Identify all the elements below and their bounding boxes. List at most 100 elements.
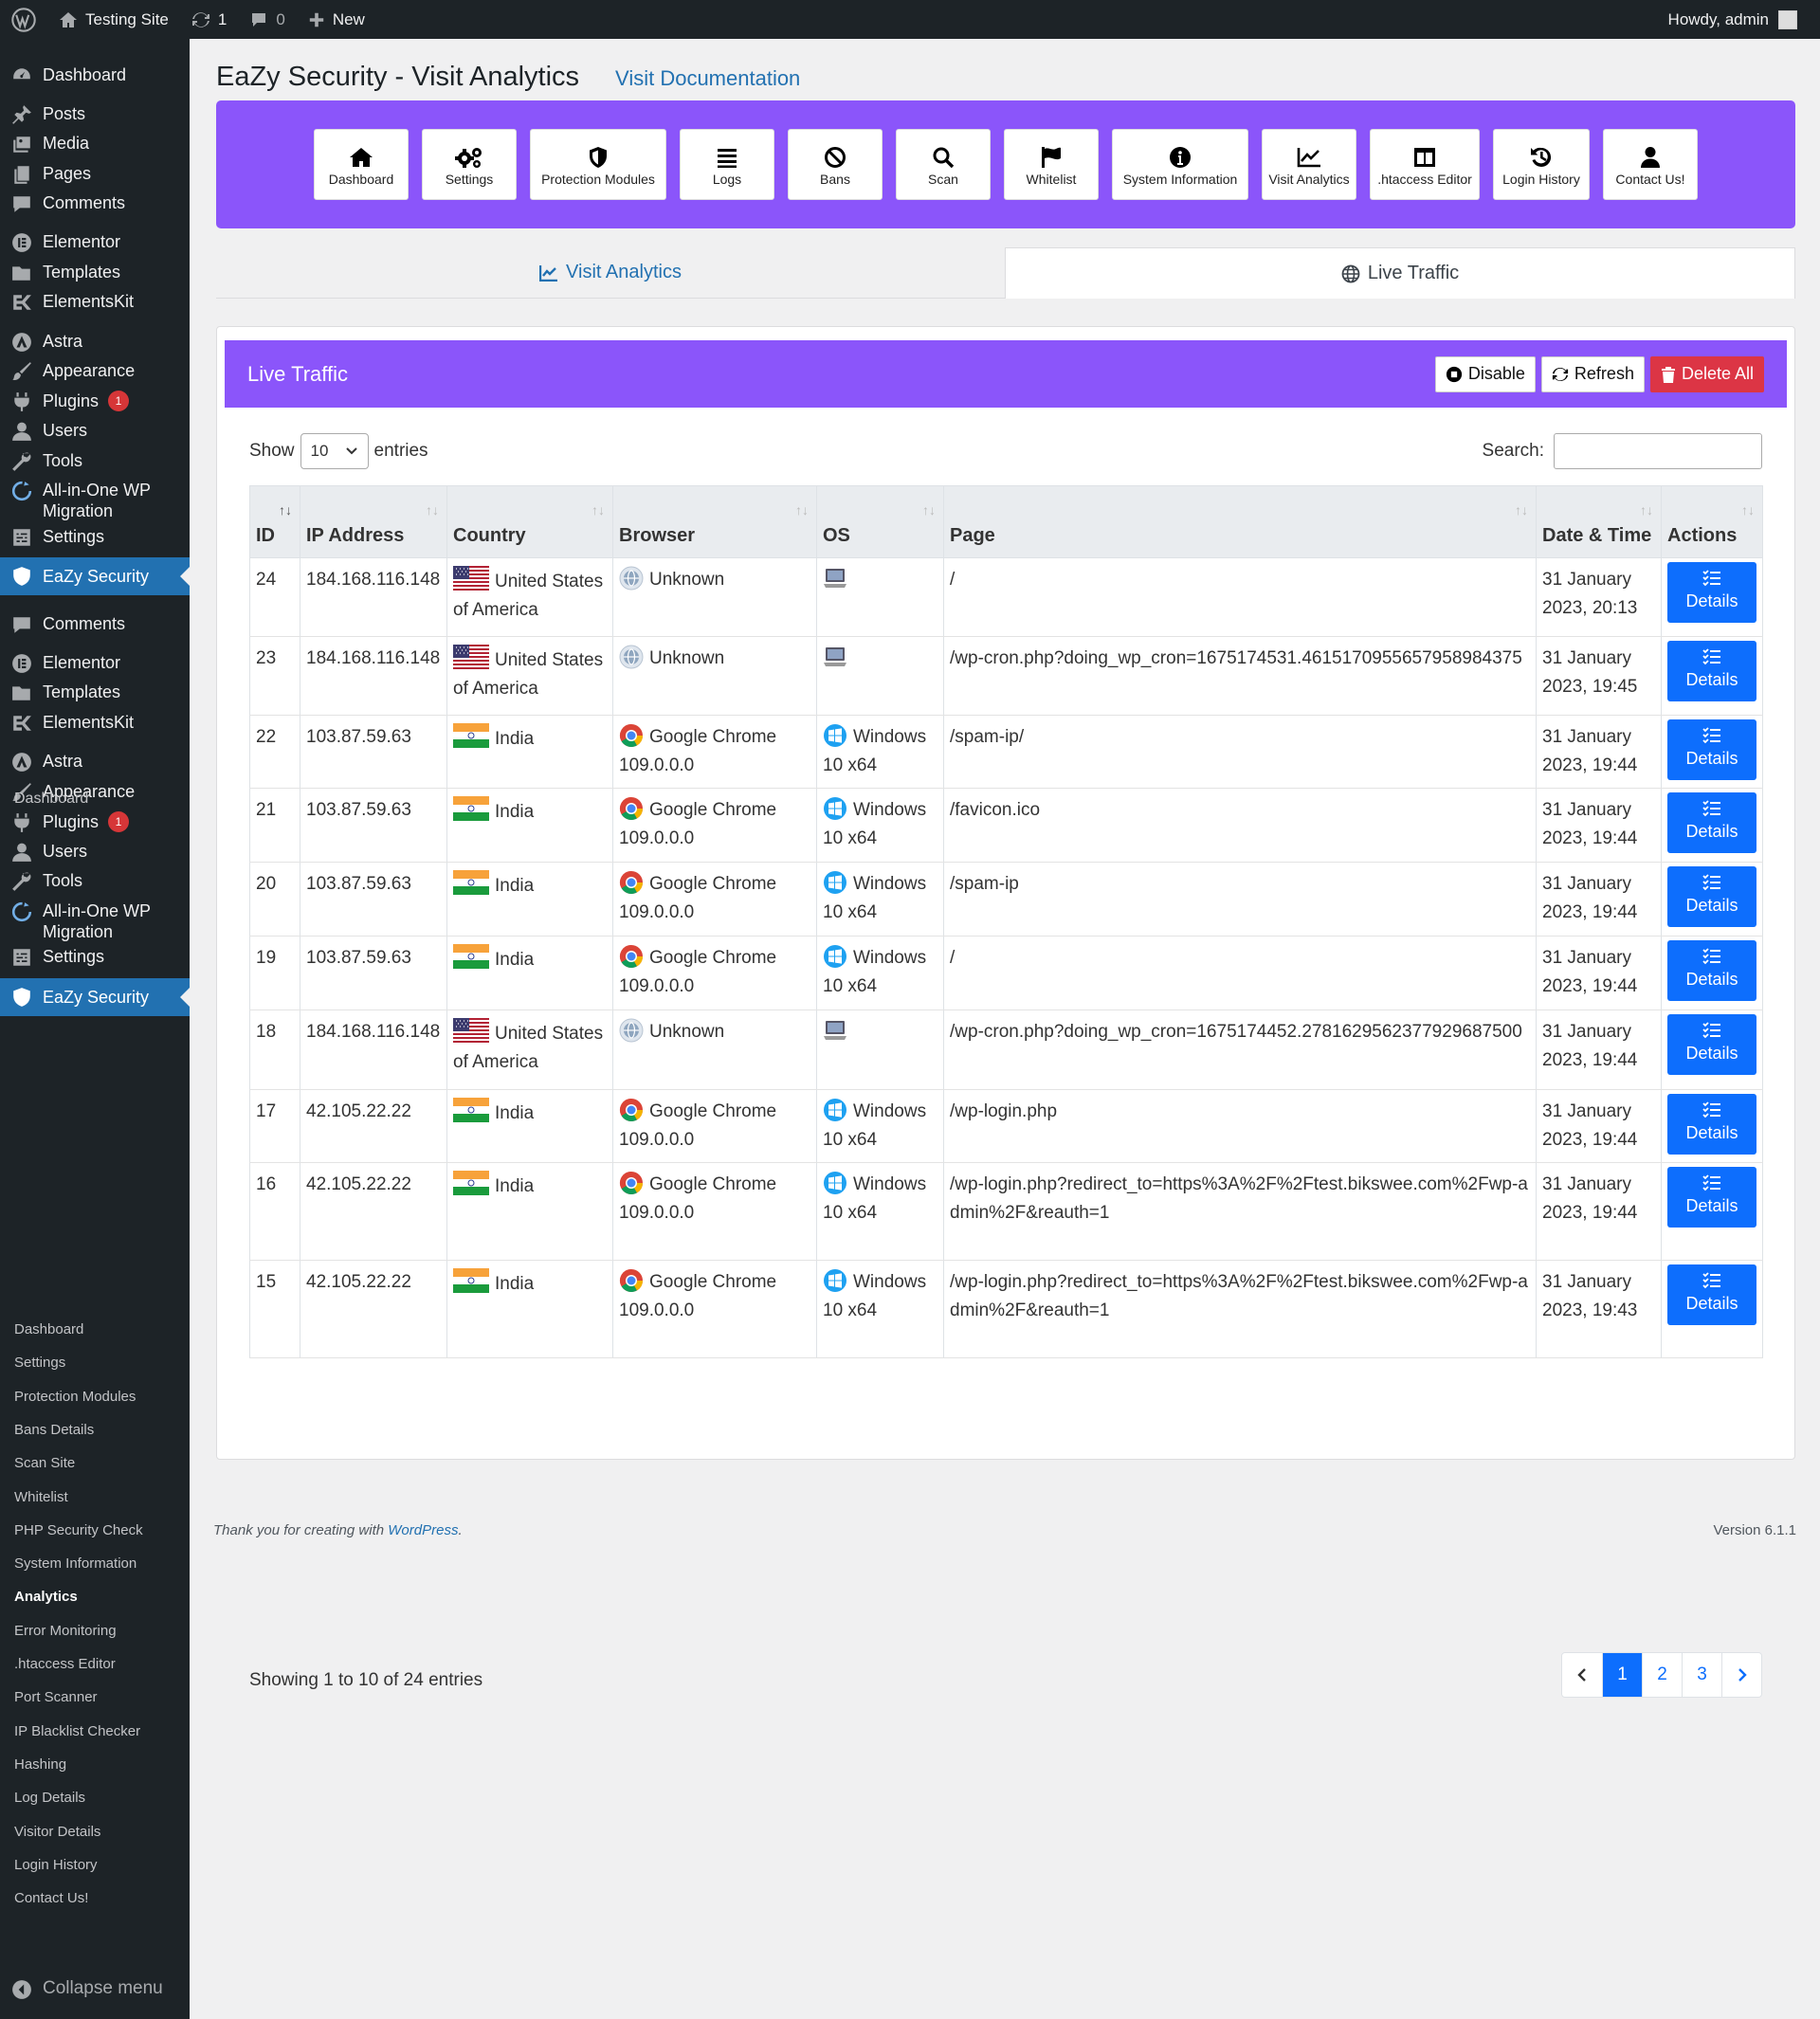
details-button[interactable]: Details [1667, 866, 1756, 927]
submenu-item-error-monitoring[interactable]: Error Monitoring [14, 1623, 117, 1639]
sidebar-item-dashboard[interactable]: Dashboard [0, 64, 190, 95]
details-button[interactable]: Details [1667, 792, 1756, 853]
details-button[interactable]: Details [1667, 719, 1756, 780]
details-button[interactable]: Details [1667, 1264, 1756, 1325]
disable-button[interactable]: Disable [1434, 355, 1536, 392]
sidebar-item-users[interactable]: Users [0, 841, 190, 871]
new-content-link[interactable]: New [297, 0, 376, 39]
wordpress-link[interactable]: WordPress [388, 1522, 458, 1538]
toolbar-visit-analytics-button[interactable]: Visit Analytics [1262, 129, 1356, 200]
submenu-item-dashboard[interactable]: Dashboard [14, 1321, 83, 1337]
submenu-item-log-details[interactable]: Log Details [14, 1790, 85, 1806]
toolbar-htaccess-editor-button[interactable]: .htaccess Editor [1370, 129, 1480, 200]
details-button[interactable]: Details [1667, 940, 1756, 1001]
column-header-id[interactable]: ↑↓ ID [249, 485, 300, 558]
account-menu[interactable]: Howdy, admin [1657, 0, 1820, 39]
column-header-country[interactable]: ↑↓ Country [446, 485, 613, 558]
submenu-item-scan-site[interactable]: Scan Site [14, 1455, 75, 1471]
cell-ip: 184.168.116.148 [300, 636, 447, 716]
submenu-item-bans-details[interactable]: Bans Details [14, 1422, 94, 1438]
delete-all-button[interactable]: Delete All [1649, 355, 1764, 392]
entries-select[interactable]: 10 [300, 433, 369, 469]
wordpress-logo-icon[interactable] [0, 0, 47, 39]
toolbar-logs-button[interactable]: Logs [680, 129, 774, 200]
sidebar-item-templates[interactable]: Templates [0, 262, 190, 292]
details-button[interactable]: Details [1667, 1167, 1756, 1228]
comments-link[interactable]: 0 [238, 0, 296, 39]
sidebar-item-eazy-security[interactable]: EaZy Security [0, 978, 190, 1016]
column-header-ip-address[interactable]: ↑↓ IP Address [300, 485, 447, 558]
details-button[interactable]: Details [1667, 1094, 1756, 1155]
sidebar-item-elementskit[interactable]: ElementsKit [0, 291, 190, 321]
tab-live-traffic[interactable]: Live Traffic [1005, 247, 1795, 299]
next-page-button[interactable] [1721, 1653, 1761, 1697]
sidebar-item-elementskit[interactable]: ElementsKit [0, 712, 190, 742]
tab-visit-analytics[interactable]: Visit Analytics [216, 247, 1005, 299]
toolbar-bans-button[interactable]: Bans [788, 129, 883, 200]
sidebar-item-comments[interactable]: Comments [0, 192, 190, 223]
sidebar-item-all-in-one-wp-migration[interactable]: All-in-One WP Migration [0, 900, 190, 944]
toolbar-dashboard-button[interactable]: Dashboard [314, 129, 409, 200]
panel-title: Live Traffic [247, 361, 348, 386]
submenu-item-protection-modules[interactable]: Protection Modules [14, 1389, 136, 1405]
cell-page: /favicon.ico [943, 788, 1537, 863]
sidebar-item-posts[interactable]: Posts [0, 103, 190, 134]
prev-page-button[interactable] [1562, 1653, 1602, 1697]
column-header-os[interactable]: ↑↓ OS [816, 485, 944, 558]
column-header-page[interactable]: ↑↓ Page [943, 485, 1537, 558]
sidebar-item-eazy-security[interactable]: EaZy Security [0, 557, 190, 595]
sidebar-item-comments[interactable]: Comments [0, 613, 190, 644]
details-button[interactable]: Details [1667, 562, 1756, 623]
submenu-item-visitor-details[interactable]: Visitor Details [14, 1824, 100, 1840]
submenu-item-contact-us[interactable]: Contact Us! [14, 1890, 88, 1906]
details-button[interactable]: Details [1667, 1014, 1756, 1075]
sidebar-item-astra[interactable]: Astra [0, 751, 190, 781]
submenu-item-whitelist[interactable]: Whitelist [14, 1489, 68, 1505]
page-2-button[interactable]: 2 [1642, 1653, 1682, 1697]
refresh-button[interactable]: Refresh [1540, 355, 1645, 392]
toolbar-login-history-button[interactable]: Login History [1493, 129, 1590, 200]
page-1-button[interactable]: 1 [1602, 1653, 1642, 1697]
submenu-item-system-information[interactable]: System Information [14, 1555, 136, 1572]
submenu-item-php-security-check[interactable]: PHP Security Check [14, 1522, 143, 1538]
visit-documentation-link[interactable]: Visit Documentation [615, 66, 800, 91]
toolbar-system-information-button[interactable]: System Information [1112, 129, 1248, 200]
toolbar-settings-button[interactable]: Settings [422, 129, 517, 200]
page-3-button[interactable]: 3 [1682, 1653, 1721, 1697]
collapse-menu-button[interactable]: Collapse menu [0, 1978, 190, 2009]
sidebar-item-settings[interactable]: Settings [0, 526, 190, 556]
submenu-item-hashing[interactable]: Hashing [14, 1756, 66, 1773]
sidebar-item-all-in-one-wp-migration[interactable]: All-in-One WP Migration [0, 480, 190, 523]
column-header-date-time[interactable]: ↑↓ Date & Time [1536, 485, 1662, 558]
sidebar-item-elementor[interactable]: Elementor [0, 652, 190, 682]
sidebar-item-tools[interactable]: Tools [0, 450, 190, 481]
sidebar-item-templates[interactable]: Templates [0, 682, 190, 712]
sidebar-item-plugins[interactable]: Plugins 1 [0, 391, 190, 421]
column-header-browser[interactable]: ↑↓ Browser [612, 485, 817, 558]
sidebar-item-media[interactable]: Media [0, 133, 190, 163]
sidebar-item-pages[interactable]: Pages [0, 163, 190, 193]
details-button[interactable]: Details [1667, 641, 1756, 701]
sidebar-item-elementor[interactable]: Elementor [0, 231, 190, 262]
toolbar-whitelist-button[interactable]: Whitelist [1004, 129, 1099, 200]
toolbar-contact-us-button[interactable]: Contact Us! [1603, 129, 1698, 200]
sidebar-item-tools[interactable]: Tools [0, 870, 190, 900]
updates-link[interactable]: 1 [180, 0, 238, 39]
sidebar-item-astra[interactable]: Astra [0, 331, 190, 361]
submenu-item-port-scanner[interactable]: Port Scanner [14, 1689, 98, 1705]
submenu-item-ip-blacklist-checker[interactable]: IP Blacklist Checker [14, 1723, 140, 1739]
toolbar-scan-button[interactable]: Scan [896, 129, 991, 200]
submenu-item-analytics[interactable]: Analytics [14, 1589, 78, 1605]
submenu-item-login-history[interactable]: Login History [14, 1857, 98, 1873]
submenu-item-settings[interactable]: Settings [14, 1355, 65, 1371]
sidebar-item-appearance[interactable]: Appearance [0, 360, 190, 391]
column-header-actions[interactable]: ↑↓ Actions [1661, 485, 1763, 558]
submenu-item-htaccess-editor[interactable]: .htaccess Editor [14, 1656, 116, 1672]
submenu-item-dashboard-overlap[interactable]: Dashboard [14, 791, 88, 808]
sidebar-item-users[interactable]: Users [0, 420, 190, 450]
sidebar-item-settings[interactable]: Settings [0, 946, 190, 976]
sidebar-item-plugins[interactable]: Plugins 1 [0, 811, 190, 842]
toolbar-protection-modules-button[interactable]: Protection Modules [530, 129, 666, 200]
search-input[interactable] [1554, 433, 1762, 469]
site-name-link[interactable]: Testing Site [47, 0, 180, 39]
